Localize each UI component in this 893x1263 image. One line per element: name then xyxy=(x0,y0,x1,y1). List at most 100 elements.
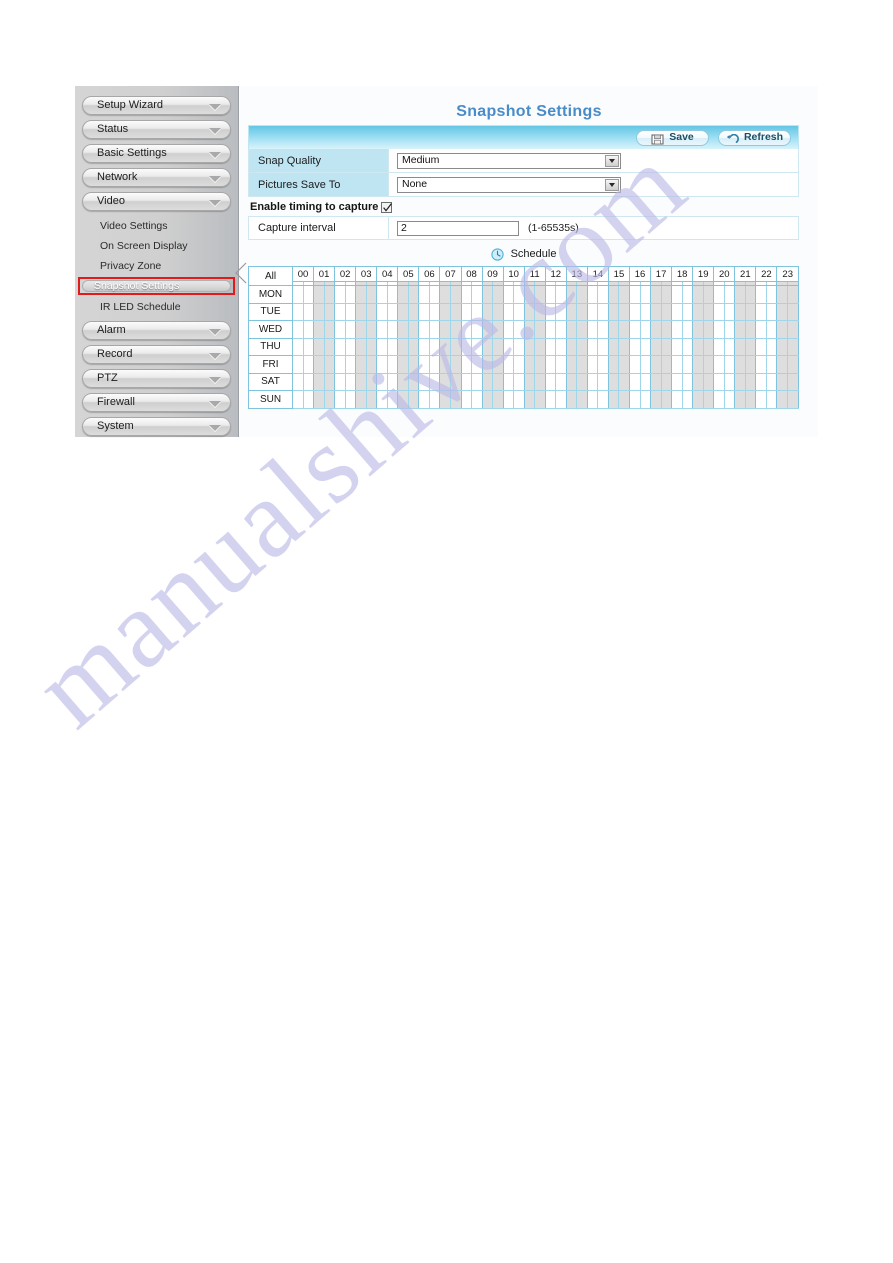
schedule-slot[interactable] xyxy=(408,355,420,374)
schedule-slot[interactable] xyxy=(724,355,736,374)
schedule-slot[interactable] xyxy=(787,390,800,409)
schedule-slot[interactable] xyxy=(745,285,757,304)
schedule-slot[interactable] xyxy=(450,285,462,304)
sidebar-item-basic-settings[interactable]: Basic Settings xyxy=(82,144,231,163)
schedule-slot[interactable] xyxy=(661,285,673,304)
schedule-slot[interactable] xyxy=(692,355,704,374)
schedule-slot[interactable] xyxy=(482,390,494,409)
schedule-slot[interactable] xyxy=(734,338,746,356)
schedule-slot[interactable] xyxy=(345,285,357,304)
schedule-slot[interactable] xyxy=(324,303,336,321)
schedule-slot[interactable] xyxy=(555,390,567,409)
schedule-slot[interactable] xyxy=(597,303,609,321)
schedule-slot[interactable] xyxy=(629,338,641,356)
schedule-slot[interactable] xyxy=(429,338,441,356)
schedule-slot[interactable] xyxy=(692,285,704,304)
schedule-slot[interactable] xyxy=(450,338,462,356)
schedule-slot[interactable] xyxy=(713,390,725,409)
schedule-slot[interactable] xyxy=(640,390,652,409)
schedule-slot[interactable] xyxy=(640,373,652,391)
schedule-slot[interactable] xyxy=(345,303,357,321)
schedule-slot[interactable] xyxy=(755,355,767,374)
schedule-slot[interactable] xyxy=(303,373,315,391)
schedule-slot[interactable] xyxy=(618,320,630,339)
schedule-slot[interactable] xyxy=(545,285,557,304)
schedule-slot[interactable] xyxy=(524,390,536,409)
schedule-slot[interactable] xyxy=(418,320,430,339)
schedule-slot[interactable] xyxy=(513,338,525,356)
schedule-slot[interactable] xyxy=(471,338,483,356)
schedule-slot[interactable] xyxy=(292,338,304,356)
schedule-slot[interactable] xyxy=(366,338,378,356)
schedule-slot[interactable] xyxy=(439,320,451,339)
schedule-slot[interactable] xyxy=(397,338,409,356)
schedule-slot[interactable] xyxy=(345,320,357,339)
schedule-slot[interactable] xyxy=(587,390,599,409)
schedule-slot[interactable] xyxy=(482,373,494,391)
schedule-slot[interactable] xyxy=(555,355,567,374)
schedule-slot[interactable] xyxy=(439,355,451,374)
schedule-slot[interactable] xyxy=(566,355,578,374)
schedule-slot[interactable] xyxy=(608,303,620,321)
schedule-slot[interactable] xyxy=(787,338,800,356)
schedule-slot[interactable] xyxy=(587,303,599,321)
chevron-down-icon[interactable] xyxy=(605,178,619,191)
sidebar-item-status[interactable]: Status xyxy=(82,120,231,139)
schedule-slot[interactable] xyxy=(397,285,409,304)
sidebar-item-firewall[interactable]: Firewall xyxy=(82,393,231,412)
schedule-select-all[interactable]: All xyxy=(248,266,293,286)
schedule-slot[interactable] xyxy=(313,285,325,304)
sidebar-item-video-settings[interactable]: Video Settings xyxy=(82,216,231,236)
schedule-slot[interactable] xyxy=(755,390,767,409)
schedule-slot[interactable] xyxy=(661,373,673,391)
schedule-slot[interactable] xyxy=(334,338,346,356)
schedule-slot[interactable] xyxy=(671,390,683,409)
schedule-day-label[interactable]: SAT xyxy=(248,372,293,391)
schedule-slot[interactable] xyxy=(376,320,388,339)
schedule-slot[interactable] xyxy=(787,373,800,391)
schedule-slot[interactable] xyxy=(755,320,767,339)
schedule-slot[interactable] xyxy=(555,338,567,356)
schedule-slot[interactable] xyxy=(355,303,367,321)
schedule-slot[interactable] xyxy=(366,373,378,391)
sidebar-item-snapshot-settings[interactable]: Snapshot Settings xyxy=(78,277,235,295)
schedule-slot[interactable] xyxy=(787,303,800,321)
schedule-slot[interactable] xyxy=(292,355,304,374)
schedule-slot[interactable] xyxy=(524,355,536,374)
schedule-slot[interactable] xyxy=(776,303,788,321)
schedule-slot[interactable] xyxy=(408,285,420,304)
schedule-slot[interactable] xyxy=(766,373,778,391)
schedule-slot[interactable] xyxy=(387,285,399,304)
schedule-slot[interactable] xyxy=(713,373,725,391)
schedule-slot[interactable] xyxy=(376,303,388,321)
schedule-slot[interactable] xyxy=(513,285,525,304)
schedule-slot[interactable] xyxy=(534,373,546,391)
schedule-slot[interactable] xyxy=(397,355,409,374)
schedule-slot[interactable] xyxy=(618,390,630,409)
refresh-button[interactable]: Refresh xyxy=(718,129,791,146)
schedule-slot[interactable] xyxy=(776,320,788,339)
schedule-slot[interactable] xyxy=(387,355,399,374)
schedule-slot[interactable] xyxy=(492,373,504,391)
schedule-slot[interactable] xyxy=(397,373,409,391)
schedule-slot[interactable] xyxy=(355,320,367,339)
schedule-slot[interactable] xyxy=(408,338,420,356)
schedule-slot[interactable] xyxy=(576,390,588,409)
schedule-slot[interactable] xyxy=(724,373,736,391)
schedule-slot[interactable] xyxy=(324,338,336,356)
schedule-slot[interactable] xyxy=(461,390,473,409)
schedule-slot[interactable] xyxy=(587,355,599,374)
schedule-slot[interactable] xyxy=(450,320,462,339)
schedule-slot[interactable] xyxy=(682,373,694,391)
schedule-slot[interactable] xyxy=(755,373,767,391)
schedule-slot[interactable] xyxy=(745,390,757,409)
schedule-slot[interactable] xyxy=(755,285,767,304)
schedule-slot[interactable] xyxy=(576,285,588,304)
schedule-slot[interactable] xyxy=(376,373,388,391)
schedule-slot[interactable] xyxy=(387,373,399,391)
schedule-slot[interactable] xyxy=(787,320,800,339)
schedule-slot[interactable] xyxy=(292,285,304,304)
schedule-slot[interactable] xyxy=(566,285,578,304)
schedule-slot[interactable] xyxy=(513,355,525,374)
schedule-slot[interactable] xyxy=(482,285,494,304)
